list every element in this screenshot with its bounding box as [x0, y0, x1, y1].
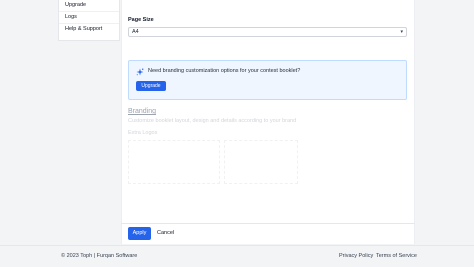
- sidebar-item-help-support[interactable]: Help & Support: [59, 23, 119, 35]
- sidebar-item-label: Help & Support: [65, 26, 103, 32]
- sidebar-item-logs[interactable]: Logs: [59, 11, 119, 23]
- upgrade-callout: Need branding customization options for …: [128, 60, 407, 100]
- page-size-label: Page Size: [128, 17, 154, 23]
- form-actions: Apply Cancel: [121, 223, 415, 244]
- page-size-value: A4: [132, 29, 139, 35]
- upgrade-button[interactable]: Upgrade: [136, 81, 166, 91]
- sidebar-item-label: Logs: [65, 14, 77, 20]
- extra-logos-label: Extra Logos: [128, 130, 158, 136]
- privacy-policy-link[interactable]: Privacy Policy: [339, 253, 373, 259]
- copyright-text: © 2023 Toph | Furqan Software: [61, 253, 138, 259]
- terms-of-service-link[interactable]: Terms of Service: [376, 253, 417, 259]
- sidebar-item-upgrade[interactable]: Upgrade: [59, 0, 119, 11]
- page-footer: © 2023 Toph | Furqan Software Privacy Po…: [0, 245, 474, 267]
- chevron-down-icon: ▾: [400, 29, 403, 35]
- apply-button[interactable]: Apply: [128, 227, 151, 240]
- sidebar-menu: Upgrade Logs Help & Support: [58, 0, 120, 41]
- page-size-select[interactable]: A4 ▾: [128, 27, 407, 37]
- sparkles-icon: [136, 68, 144, 76]
- sidebar-item-label: Upgrade: [65, 2, 87, 8]
- logo-upload-slot: [224, 140, 298, 184]
- logo-upload-slot: [128, 140, 220, 184]
- branding-description: Customize booklet layout, design and det…: [128, 118, 297, 124]
- callout-text: Need branding customization options for …: [148, 68, 301, 74]
- cancel-button[interactable]: Cancel: [157, 227, 174, 240]
- settings-panel: Page Size A4 ▾ Need branding customizati…: [121, 0, 415, 223]
- branding-title: Branding: [128, 108, 157, 115]
